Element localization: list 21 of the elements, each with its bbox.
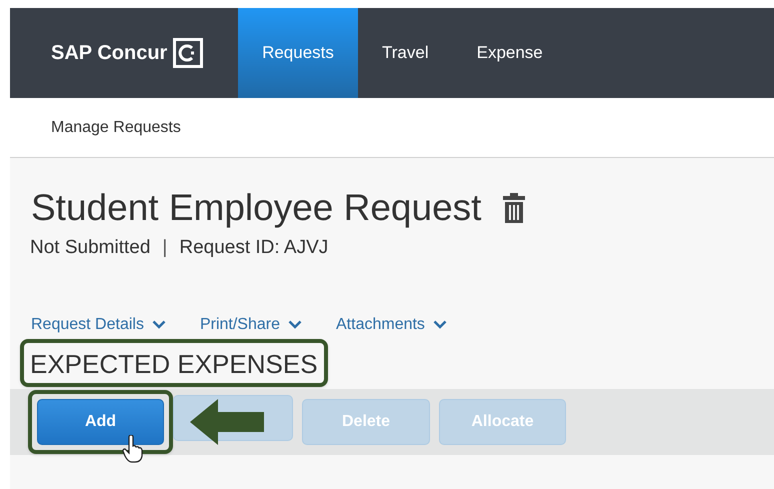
logo-icon	[173, 38, 204, 68]
brand-logo: SAP Concur	[51, 41, 168, 66]
request-status: Not Submitted	[30, 236, 150, 260]
menu-dropdown[interactable]: Attachments	[336, 312, 447, 336]
nav-tab[interactable]: Requests	[238, 8, 358, 98]
chevron-down-icon	[432, 320, 447, 329]
request-id: Request ID: AJVJ	[179, 236, 328, 260]
section-heading: EXPECTED EXPENSES	[30, 348, 318, 378]
menu-dropdown[interactable]: Request Details	[31, 312, 166, 336]
chevron-down-icon	[288, 320, 302, 329]
nav-tab[interactable]: Expense	[452, 8, 567, 98]
chevron-down-icon	[152, 320, 166, 329]
manage-requests-link[interactable]: Manage Requests	[51, 116, 181, 140]
separator: |	[162, 236, 168, 260]
toolbar-button[interactable]: Add	[37, 398, 164, 444]
arrow-icon	[190, 398, 264, 444]
menu-dropdown[interactable]: Print/Share	[200, 312, 302, 336]
trash-icon[interactable]	[503, 193, 526, 223]
hand-cursor-icon	[122, 434, 144, 462]
page-title: Student Employee Request	[31, 186, 482, 230]
nav-tab[interactable]: Travel	[358, 8, 453, 98]
